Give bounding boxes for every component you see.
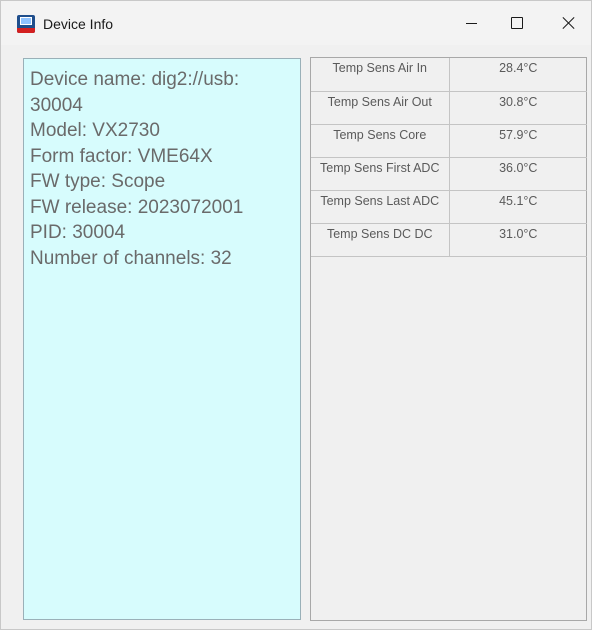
- minimize-icon: [465, 22, 477, 24]
- temp-sensor-value: 28.4°C: [448, 58, 587, 92]
- temp-sensor-name: Temp Sens Air In: [311, 58, 450, 92]
- maximize-icon: [511, 17, 523, 29]
- temp-sensor-value: 31.0°C: [448, 222, 587, 257]
- table-row[interactable]: Temp Sens First ADC 36.0°C: [311, 156, 587, 191]
- temp-sensor-name: Temp Sens Air Out: [311, 90, 450, 125]
- device-info-line: Device name: dig2://usb:: [30, 69, 240, 90]
- minimize-button[interactable]: [448, 1, 494, 45]
- table-row[interactable]: Temp Sens DC DC 31.0°C: [311, 222, 587, 257]
- temp-sensor-value: 45.1°C: [448, 189, 587, 224]
- device-info-line: Form factor: VME64X: [30, 145, 213, 167]
- device-info-line: Number of channels: 32: [30, 247, 232, 269]
- window-title: Device Info: [43, 16, 114, 32]
- temp-sensor-name: Temp Sens Core: [311, 123, 450, 158]
- temp-sensor-name: Temp Sens Last ADC: [311, 189, 450, 224]
- temp-sensor-value: 36.0°C: [448, 156, 587, 191]
- temp-sensor-name: Temp Sens First ADC: [311, 156, 450, 191]
- temp-sensor-value: 57.9°C: [448, 123, 587, 158]
- table-row[interactable]: Temp Sens Air In 28.4°C: [311, 58, 587, 92]
- temp-sensor-name: Temp Sens DC DC: [311, 222, 450, 257]
- table-row[interactable]: Temp Sens Core 57.9°C: [311, 123, 587, 158]
- close-icon: [562, 16, 576, 30]
- table-row[interactable]: Temp Sens Air Out 30.8°C: [311, 90, 587, 125]
- device-info-window: Device Info Device name: dig2://usb: 300…: [0, 0, 592, 630]
- device-info-line: FW type: Scope: [30, 171, 166, 192]
- device-info-line: FW release: 2023072001: [30, 196, 244, 218]
- temp-sensor-value: 30.8°C: [448, 90, 587, 125]
- temperature-table: Temp Sens Air In 28.4°C Temp Sens Air Ou…: [311, 58, 587, 257]
- device-info-line: Model: VX2730: [30, 120, 160, 141]
- device-info-line: 30004: [30, 94, 83, 116]
- temperature-grid[interactable]: Temp Sens Air In 28.4°C Temp Sens Air Ou…: [310, 57, 587, 621]
- table-row[interactable]: Temp Sens Last ADC 45.1°C: [311, 189, 587, 224]
- title-bar[interactable]: Device Info: [1, 1, 591, 45]
- app-icon: [17, 15, 35, 33]
- maximize-button[interactable]: [494, 1, 540, 45]
- device-info-line: PID: 30004: [30, 222, 126, 243]
- close-button[interactable]: [546, 1, 592, 45]
- device-info-text-panel[interactable]: Device name: dig2://usb: 30004 Model: VX…: [23, 58, 301, 620]
